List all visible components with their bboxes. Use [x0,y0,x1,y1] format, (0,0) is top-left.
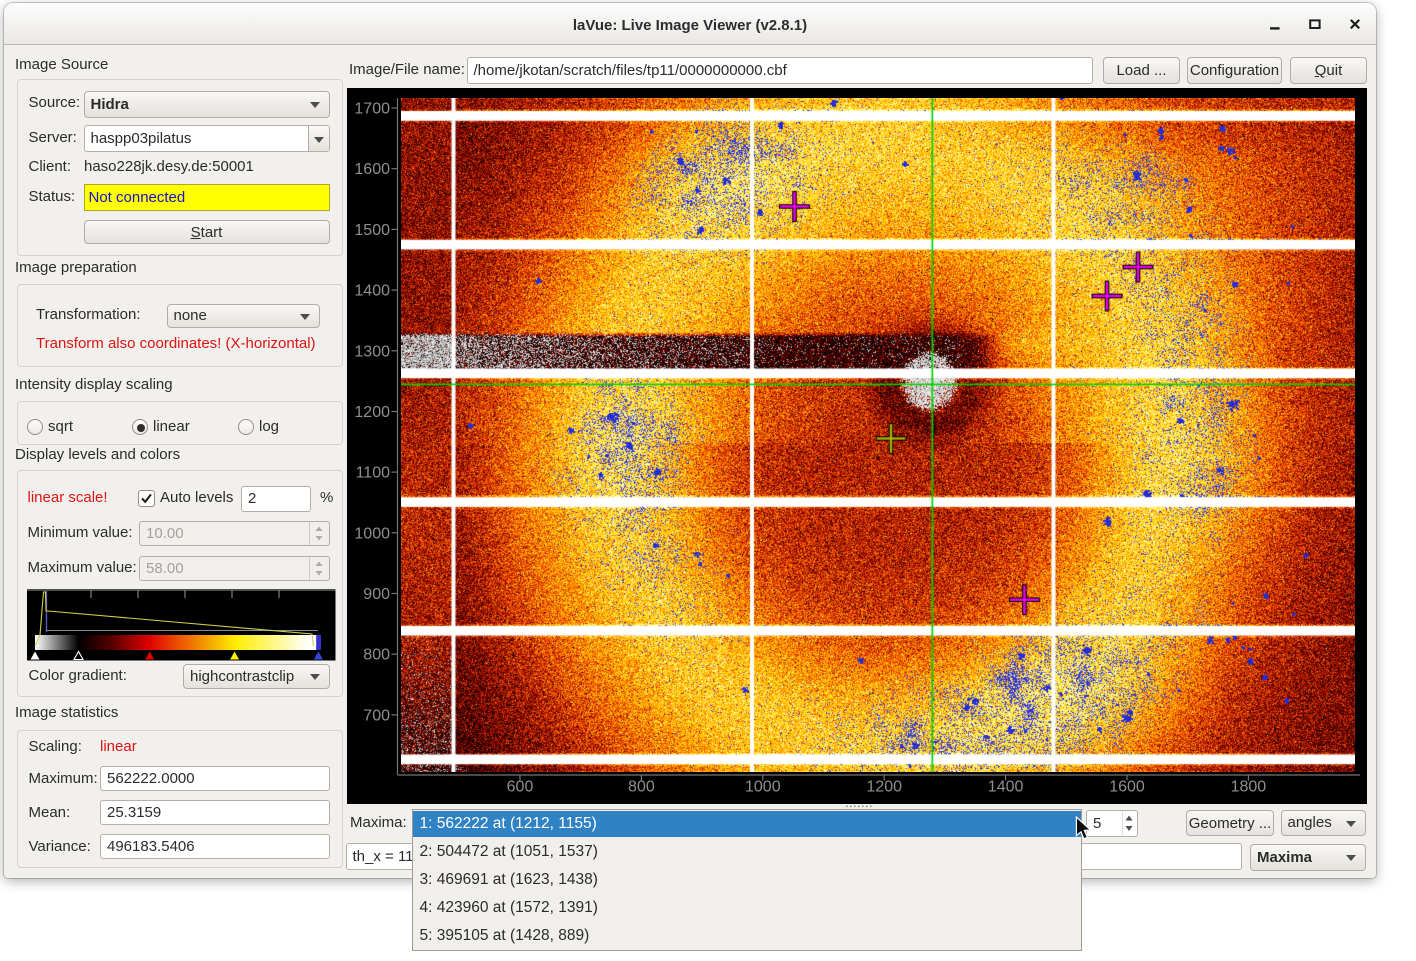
svg-text:1000: 1000 [354,525,390,542]
svg-text:1800: 1800 [1231,779,1267,796]
svg-text:700: 700 [363,707,390,724]
svg-text:900: 900 [363,586,390,603]
svg-text:800: 800 [628,779,655,796]
svg-text:1600: 1600 [354,161,390,178]
svg-text:1300: 1300 [354,343,390,360]
svg-text:800: 800 [363,647,390,664]
svg-text:1200: 1200 [866,779,902,796]
svg-text:1100: 1100 [356,465,391,482]
svg-text:1200: 1200 [354,404,390,421]
svg-text:1500: 1500 [354,222,390,239]
svg-text:1700: 1700 [354,101,390,118]
svg-text:1000: 1000 [745,779,781,796]
svg-text:1400: 1400 [354,283,390,300]
svg-text:600: 600 [507,779,534,796]
svg-text:1400: 1400 [988,779,1024,796]
svg-text:1600: 1600 [1109,779,1145,796]
